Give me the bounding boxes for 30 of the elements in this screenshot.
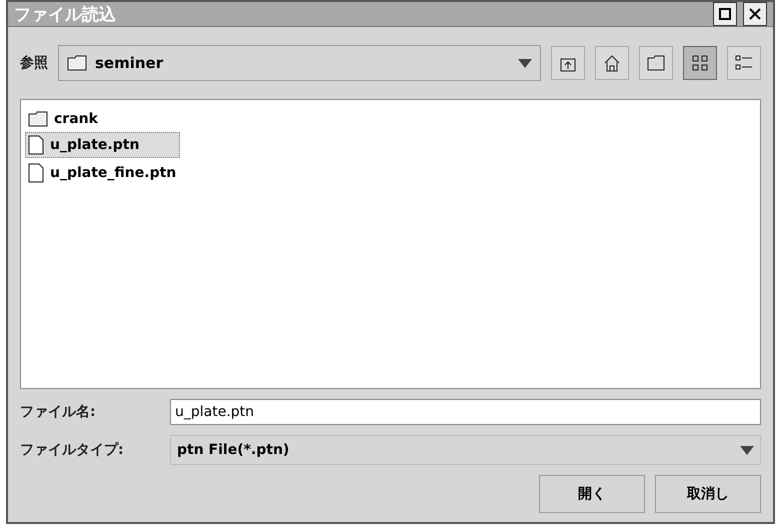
window-title: ファイル読込	[14, 4, 116, 26]
list-view-button[interactable]	[683, 46, 717, 80]
file-list-item[interactable]: u_plate_fine.ptn	[25, 160, 218, 186]
folder-icon	[67, 55, 87, 71]
file-type-dropdown[interactable]: ptn File(*.ptn)	[170, 435, 761, 465]
cancel-button[interactable]: 取消し	[655, 475, 761, 513]
file-icon	[28, 135, 44, 155]
file-list-item[interactable]: u_plate.ptn	[25, 132, 180, 158]
home-icon	[602, 53, 622, 73]
details-view-button[interactable]	[727, 46, 761, 80]
close-button[interactable]	[743, 2, 767, 26]
folder-icon	[28, 111, 48, 127]
file-list-item[interactable]: crank	[25, 108, 139, 130]
open-button[interactable]: 開く	[539, 475, 645, 513]
maximize-button[interactable]	[713, 2, 737, 26]
caret-icon	[518, 58, 532, 68]
file-icon	[28, 163, 44, 183]
folder-button[interactable]	[639, 46, 673, 80]
file-name-field[interactable]: u_plate.ptn	[170, 399, 761, 425]
home-button[interactable]	[595, 46, 629, 80]
file-name-label: ファイル名:	[20, 403, 97, 421]
file-type-label: ファイルタイプ:	[20, 441, 125, 459]
close-icon	[749, 8, 761, 20]
caret-icon	[740, 446, 754, 454]
upload-folder-button[interactable]	[551, 46, 585, 80]
folder-icon	[646, 53, 666, 73]
look-in-label: 参照	[20, 54, 48, 72]
maximize-icon	[719, 8, 731, 20]
grid-icon	[690, 53, 710, 73]
look-in-dropdown[interactable]: seminer	[58, 45, 541, 81]
